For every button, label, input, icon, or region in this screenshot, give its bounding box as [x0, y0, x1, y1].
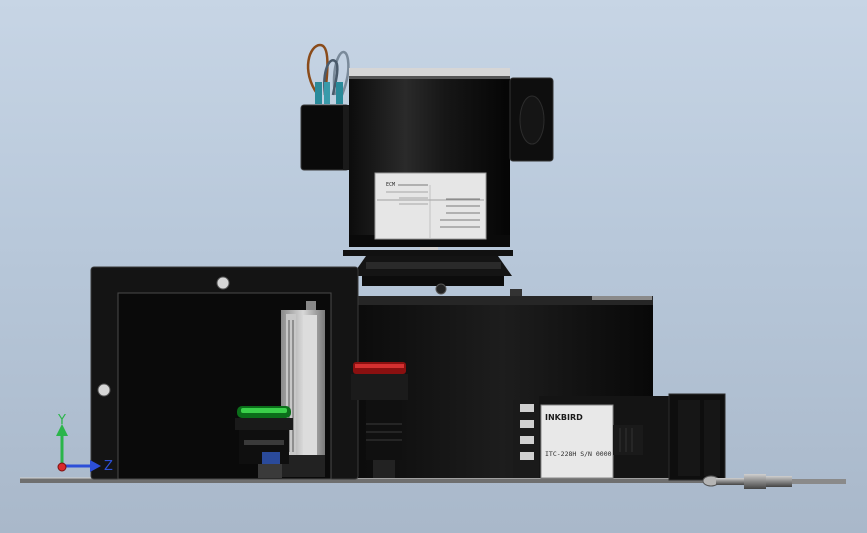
inkbird-controller: INKBIRD ITC-228H S/N 0000 [513, 393, 726, 481]
motor-label-plate: ECM [374, 172, 487, 240]
label-line-1: ECM [386, 182, 395, 188]
controller-model: ITC-228H S/N 0000 [545, 450, 612, 458]
z-axis-label: Z [104, 459, 113, 474]
y-axis-label: Y [57, 413, 66, 428]
terminal-box [300, 104, 350, 171]
assembly-drawing: ECM INKBIRD ITC-228H S/N 0000 Y Z [20, 43, 846, 489]
x-axis-dot [57, 462, 67, 472]
controller-brand: INKBIRD [545, 413, 583, 422]
wire-connectors [315, 82, 343, 104]
cad-viewport[interactable]: ECM INKBIRD ITC-228H S/N 0000 Y Z [0, 0, 867, 533]
motor-mount [343, 250, 522, 297]
